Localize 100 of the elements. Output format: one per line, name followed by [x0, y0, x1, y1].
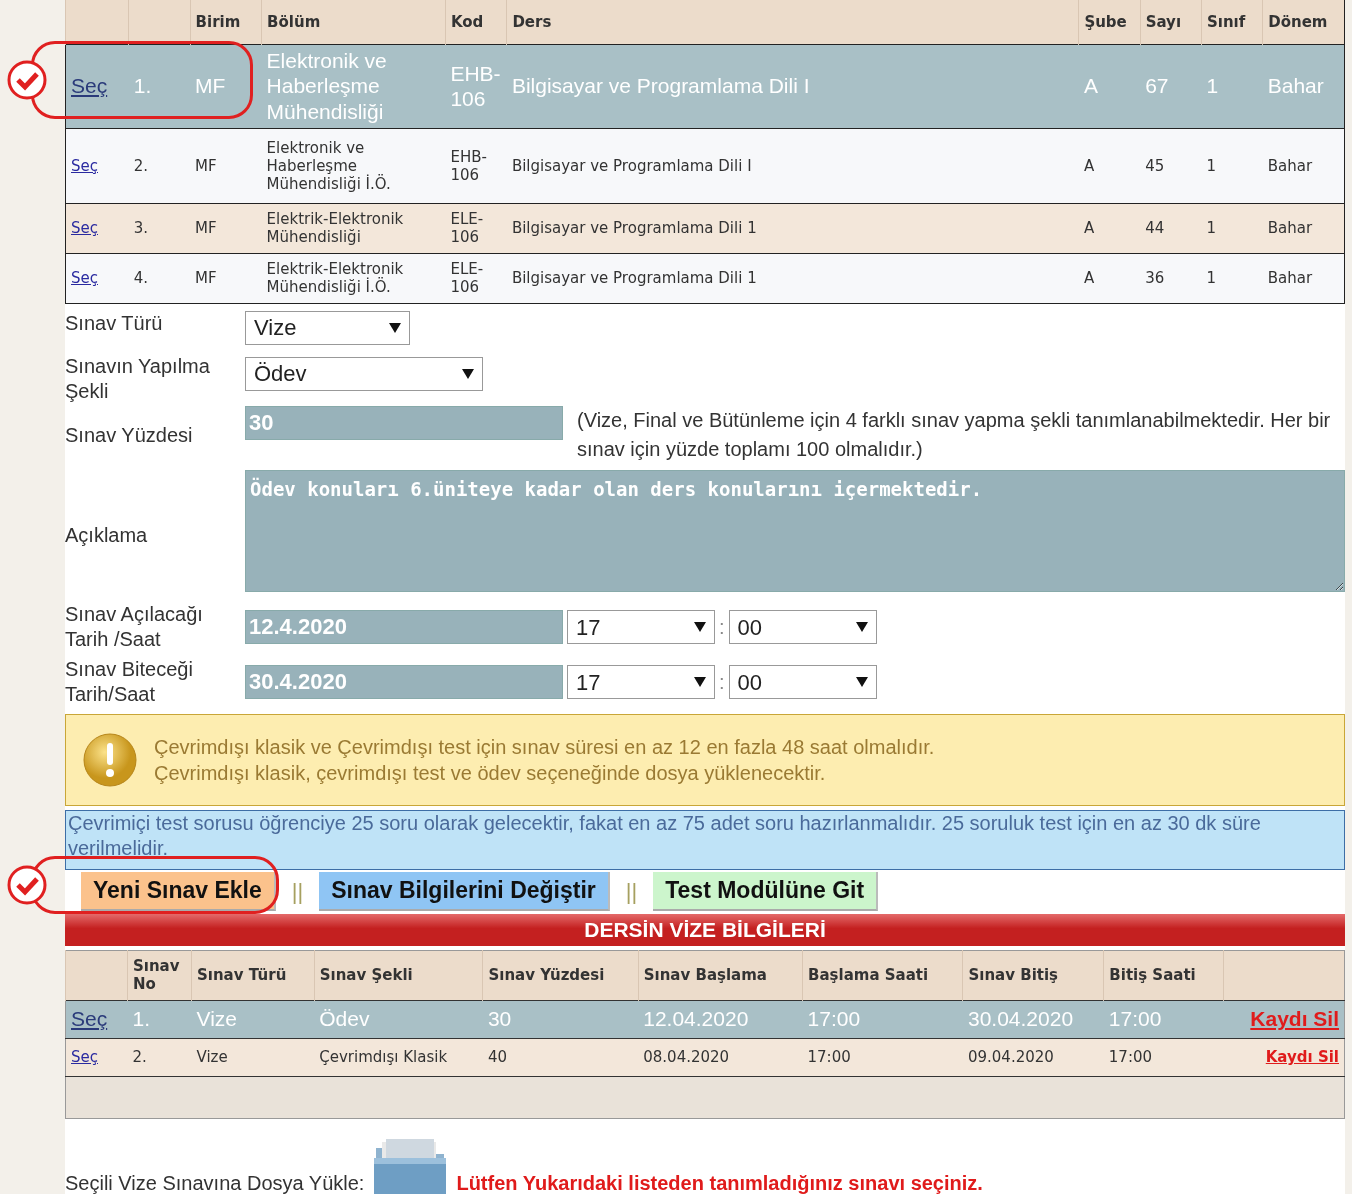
column-header: Başlama Saati: [802, 950, 963, 1000]
table-cell: Bahar: [1262, 203, 1345, 253]
column-header: Sınav Bitiş: [962, 950, 1104, 1000]
method-select[interactable]: Ödev: [245, 356, 483, 391]
info-text: Çevrimiçi test sorusu öğrenciye 25 soru olarak gelecektir, fakat en az 75 adet soru hazırlanmalıdır. 25 soruluk test için en az 30 dk süre verilmelidir.: [65, 809, 1345, 870]
table-cell: EHB-106: [445, 44, 507, 128]
table-cell: Bilgisayar ve Programlama Dili I: [506, 44, 1079, 128]
table-cell: Çevrimdışı Klasik: [314, 1038, 483, 1076]
column-header: Bölüm: [261, 0, 446, 44]
table-cell: 17:00: [1103, 1038, 1223, 1076]
table-cell: 4.: [128, 253, 191, 303]
table-cell: 30.04.2020: [962, 1000, 1104, 1038]
table-cell: 09.04.2020: [962, 1038, 1104, 1076]
column-header: Sayı: [1140, 0, 1202, 44]
toolbar-button[interactable]: Sınav Bilgilerini Değiştir: [319, 872, 610, 911]
table-cell: 45: [1140, 128, 1202, 203]
table-cell: Bahar: [1262, 128, 1345, 203]
column-header: Sınav Başlama: [638, 950, 803, 1000]
toolbar-button[interactable]: Yeni Sınav Ekle: [81, 872, 276, 911]
hour-select[interactable]: 17: [567, 665, 715, 699]
table-cell: Bahar: [1262, 44, 1345, 128]
time-separator: :: [719, 615, 725, 640]
column-header: Sınav Şekli: [314, 950, 483, 1000]
table-cell: Vize: [191, 1038, 315, 1076]
table-cell: Bilgisayar ve Programlama Dili 1: [506, 253, 1079, 303]
table-cell: Elektronik ve Haberleşme Mühendisliği: [261, 44, 446, 128]
caret-icon: [694, 677, 706, 687]
table-cell: Elektrik-Elektronik Mühendisliği: [261, 203, 446, 253]
caret-icon: [855, 622, 868, 632]
warning-text: Çevrimdışı klasik ve Çevrimdışı test için sınav süresi en az 12 en fazla 48 saat olmalıdır.: [154, 734, 935, 760]
table-cell: 17:00: [802, 1000, 963, 1038]
table-cell: 1.: [127, 1000, 192, 1038]
field-label: Sınav Biteceği Tarih/Saat: [65, 657, 194, 707]
table-cell: 1: [1201, 253, 1263, 303]
table-cell: Elektrik-Elektronik Mühendisliği İ.Ö.: [261, 253, 446, 303]
column-header: Sınav No: [127, 950, 192, 1000]
upload-message: Lütfen Yukarıdaki listeden tanımladığınız sınavı seçiniz.: [456, 1170, 983, 1194]
table-cell: Bahar: [1262, 253, 1345, 303]
table-cell: 1.: [128, 44, 191, 128]
separator-mark: ||: [291, 878, 304, 906]
select-link[interactable]: Seç: [71, 74, 108, 98]
note-text: (Vize, Final ve Bütünleme için 4 farklı sınav yapma şekli tanımlanabilmektedir. Her bir sınav için yüzde toplamı 100 olmalıdır.): [577, 407, 1332, 462]
warning-text: Çevrimdışı klasik, çevrimdışı test ve ödev seçeneğinde dosya yüklenecektir.: [154, 760, 827, 786]
caret-icon: [389, 322, 401, 333]
table-cell: A: [1078, 44, 1141, 128]
table-cell: 67: [1140, 44, 1202, 128]
table-cell: 3.: [128, 203, 191, 253]
minute-select[interactable]: 00: [728, 665, 877, 699]
table-cell: Bilgisayar ve Programlama Dili 1: [506, 203, 1079, 253]
column-header: Birim: [190, 0, 262, 44]
minute-select[interactable]: 00: [728, 610, 877, 644]
table-cell: Elektronik ve Haberleşme Mühendisliği İ.Ö.: [261, 128, 446, 203]
column-header: Şube: [1078, 0, 1141, 44]
table-cell: Vize: [191, 1000, 315, 1038]
table-cell: MF: [190, 128, 262, 203]
table-cell: 17:00: [1103, 1000, 1223, 1038]
table-cell: 30: [482, 1000, 639, 1038]
column-header: Sınav Türü: [191, 950, 315, 1000]
table-cell: 44: [1140, 203, 1202, 253]
select-link[interactable]: Seç: [71, 269, 98, 287]
table-cell: MF: [190, 44, 262, 128]
separator-mark: ||: [625, 878, 638, 906]
field-label: Sınav Yüzdesi: [65, 422, 194, 448]
check-icon: [6, 58, 48, 101]
table-cell: 08.04.2020: [638, 1038, 803, 1076]
table-cell: Ödev: [314, 1000, 483, 1038]
field-label: Sınav Açılacağı Tarih /Saat: [65, 602, 204, 652]
time-separator: :: [719, 670, 725, 695]
column-header: Dönem: [1262, 0, 1345, 44]
table-cell: ELE-106: [445, 203, 507, 253]
table-cell: 1: [1201, 203, 1263, 253]
table-cell: MF: [190, 253, 262, 303]
table-cell: 17:00: [802, 1038, 963, 1076]
caret-icon: [694, 622, 706, 632]
column-header: Sınav Yüzdesi: [482, 950, 639, 1000]
upload-label: Seçili Vize Sınavına Dosya Yükle:: [65, 1170, 365, 1194]
table-cell: A: [1078, 253, 1141, 303]
section-title: DERSİN VİZE BİLGİLERİ: [65, 913, 1345, 946]
select-link[interactable]: Seç: [71, 219, 98, 237]
caret-icon: [855, 677, 868, 687]
table-cell: 1: [1201, 128, 1263, 203]
field-label: Açıklama: [65, 522, 149, 548]
table-cell: A: [1078, 128, 1141, 203]
table-cell: Bilgisayar ve Programlama Dili I: [506, 128, 1079, 203]
table-cell: MF: [190, 203, 262, 253]
column-header: Kod: [445, 0, 507, 44]
table-cell: ELE-106: [445, 253, 507, 303]
table-cell: A: [1078, 203, 1141, 253]
select-link[interactable]: Seç: [71, 156, 98, 175]
table-cell: 36: [1140, 253, 1202, 303]
hour-select[interactable]: 17: [567, 610, 715, 644]
table-cell: 12.04.2020: [638, 1000, 803, 1038]
column-header: Ders: [506, 0, 1079, 44]
exam-type-select[interactable]: Vize: [245, 310, 410, 345]
table-cell: 40: [482, 1038, 639, 1076]
caret-icon: [462, 368, 474, 379]
table-cell: 1: [1201, 44, 1263, 128]
field-label: Sınav Türü: [65, 310, 164, 336]
toolbar-button[interactable]: Test Modülüne Git: [653, 872, 879, 911]
check-icon: [6, 864, 48, 907]
